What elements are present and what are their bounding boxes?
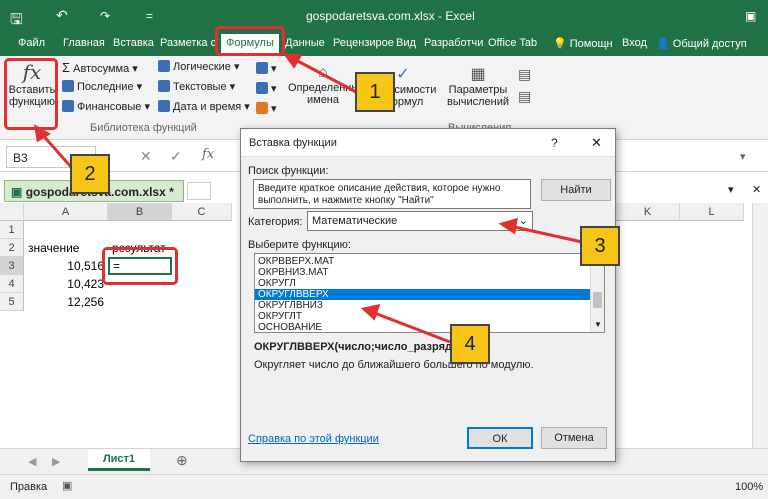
step-badge-4: 4 [450, 324, 490, 364]
arrow-3-head [498, 217, 518, 235]
step-badge-3: 3 [580, 226, 620, 266]
arrow-4-head [360, 303, 381, 321]
arrow-1 [291, 56, 357, 94]
step-badge-1: 1 [355, 72, 395, 112]
arrow-4 [371, 310, 451, 344]
arrow-3 [509, 224, 583, 244]
arrow-1-head [282, 53, 303, 69]
step-badge-2: 2 [70, 154, 110, 194]
